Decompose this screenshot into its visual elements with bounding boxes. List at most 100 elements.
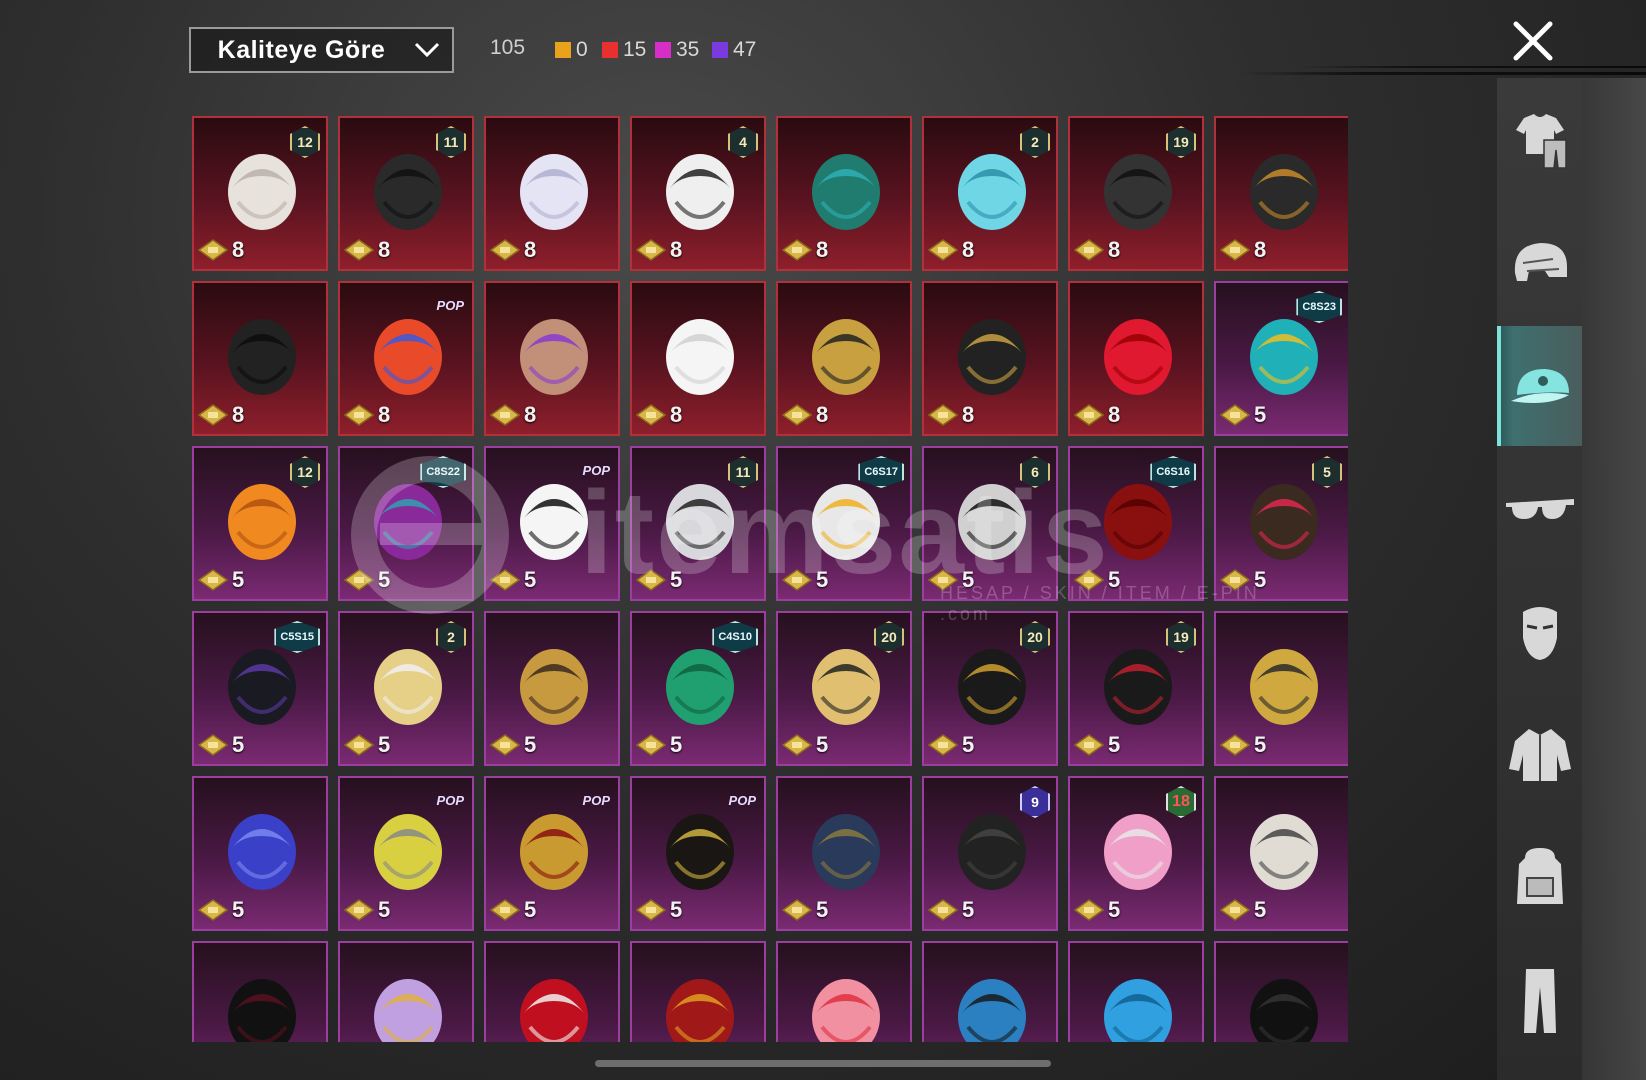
bp-coin-icon	[198, 404, 228, 426]
pharaoh-dark-art-icon	[958, 319, 1026, 395]
bp-coin-icon	[1074, 899, 1104, 921]
item-card[interactable]: 8	[192, 281, 328, 436]
bp-coin-icon	[1220, 899, 1250, 921]
rarity-count: 15	[623, 38, 647, 61]
item-card[interactable]: C8S22 5	[338, 446, 474, 601]
outfit-icon	[1515, 114, 1567, 169]
item-card[interactable]	[484, 941, 620, 1042]
item-card[interactable]: 19 5	[1068, 611, 1204, 766]
item-card[interactable]	[776, 941, 912, 1042]
sort-dropdown[interactable]: Kaliteye Göre	[189, 27, 454, 73]
item-price: 5	[1254, 402, 1267, 427]
blue-spiky-hair-art-icon	[1104, 979, 1172, 1042]
item-card[interactable]: C4S10 5	[630, 611, 766, 766]
item-price: 8	[670, 237, 683, 262]
bp-coin-icon	[1074, 239, 1104, 261]
item-card[interactable]: 6 5	[922, 446, 1058, 601]
item-card[interactable]: 9 5	[922, 776, 1058, 931]
item-card[interactable]: 8	[776, 281, 912, 436]
item-card[interactable]: C8S23 5	[1214, 281, 1348, 436]
item-card[interactable]: POP 5	[484, 776, 620, 931]
item-card[interactable]: C6S16 5	[1068, 446, 1204, 601]
item-card[interactable]: 12 5	[192, 446, 328, 601]
item-card[interactable]	[338, 941, 474, 1042]
item-card[interactable]: 8	[776, 116, 912, 271]
item-card[interactable]: 20 5	[922, 611, 1058, 766]
home-indicator[interactable]	[595, 1060, 1051, 1067]
rarity-count: 0	[576, 38, 588, 61]
item-card[interactable]: C6S17 5	[776, 446, 912, 601]
tab-pants[interactable]	[1497, 941, 1582, 1061]
backpack-icon	[1516, 848, 1563, 904]
item-card[interactable]: 2 5	[338, 611, 474, 766]
item-card[interactable]: POP 8	[338, 281, 474, 436]
ghost-hood-art-icon	[666, 319, 734, 395]
item-price: 5	[1254, 897, 1267, 922]
item-card[interactable]: 8	[1068, 281, 1204, 436]
item-card[interactable]: 5	[776, 776, 912, 931]
item-card[interactable]: 19 8	[1068, 116, 1204, 271]
item-card[interactable]: 5 5	[1214, 446, 1348, 601]
item-card[interactable]: 11 8	[338, 116, 474, 271]
item-price: 8	[816, 402, 829, 427]
tab-glasses[interactable]	[1497, 449, 1582, 569]
tab-helmet[interactable]	[1497, 203, 1582, 323]
item-price: 5	[232, 897, 245, 922]
item-card[interactable]: 2 8	[922, 116, 1058, 271]
item-card[interactable]: POP 5	[338, 776, 474, 931]
bp-coin-icon	[198, 734, 228, 756]
silver-hair-art-icon	[520, 154, 588, 230]
item-card[interactable]: 20 5	[776, 611, 912, 766]
item-card[interactable]: 4 8	[630, 116, 766, 271]
bp-coin-icon	[490, 899, 520, 921]
bp-coin-icon	[928, 734, 958, 756]
bp-coin-icon	[782, 734, 812, 756]
item-card[interactable]: 11 5	[630, 446, 766, 601]
red-curly-crown-art-icon	[666, 979, 734, 1042]
item-price: 5	[1108, 732, 1121, 757]
item-price: 5	[1108, 897, 1121, 922]
black-fedora-art-icon	[1250, 979, 1318, 1042]
item-price: 5	[1254, 567, 1267, 592]
tab-hat[interactable]	[1497, 326, 1582, 446]
item-card[interactable]: 8	[1214, 116, 1348, 271]
item-price: 8	[962, 402, 975, 427]
tab-outfit[interactable]	[1497, 80, 1582, 200]
bp-coin-icon	[1220, 404, 1250, 426]
item-card[interactable]: 18 5	[1068, 776, 1204, 931]
decor-streak	[1300, 66, 1646, 68]
item-card[interactable]: 5	[1214, 611, 1348, 766]
item-card[interactable]	[630, 941, 766, 1042]
dread-lion-art-icon	[1250, 814, 1318, 890]
glasses-icon	[1505, 499, 1574, 519]
item-card[interactable]: 8	[484, 116, 620, 271]
close-button[interactable]	[1508, 16, 1558, 66]
item-price: 5	[670, 897, 683, 922]
rarity-count-pink: 35	[655, 38, 699, 62]
item-card[interactable]: 5	[484, 611, 620, 766]
tab-jacket[interactable]	[1497, 695, 1582, 815]
item-card[interactable]: C5S15 5	[192, 611, 328, 766]
item-card[interactable]: 8	[484, 281, 620, 436]
item-card[interactable]	[922, 941, 1058, 1042]
item-card[interactable]: POP 5	[630, 776, 766, 931]
item-card[interactable]: POP 5	[484, 446, 620, 601]
item-badge: POP	[582, 792, 610, 808]
item-price: 5	[524, 732, 537, 757]
bp-coin-icon	[344, 404, 374, 426]
item-card[interactable]: 5	[1214, 776, 1348, 931]
tab-backpack[interactable]	[1497, 818, 1582, 938]
item-card[interactable]	[1214, 941, 1348, 1042]
item-card[interactable]: 12 8	[192, 116, 328, 271]
bp-coin-icon	[198, 239, 228, 261]
item-card[interactable]: 8	[922, 281, 1058, 436]
tab-mask[interactable]	[1497, 572, 1582, 692]
black-samurai-helm-art-icon	[228, 319, 296, 395]
item-price: 5	[1254, 732, 1267, 757]
item-card[interactable]	[1068, 941, 1204, 1042]
item-badge: POP	[436, 297, 464, 313]
item-card[interactable]: 5	[192, 776, 328, 931]
item-price: 8	[378, 237, 391, 262]
item-card[interactable]	[192, 941, 328, 1042]
item-card[interactable]: 8	[630, 281, 766, 436]
